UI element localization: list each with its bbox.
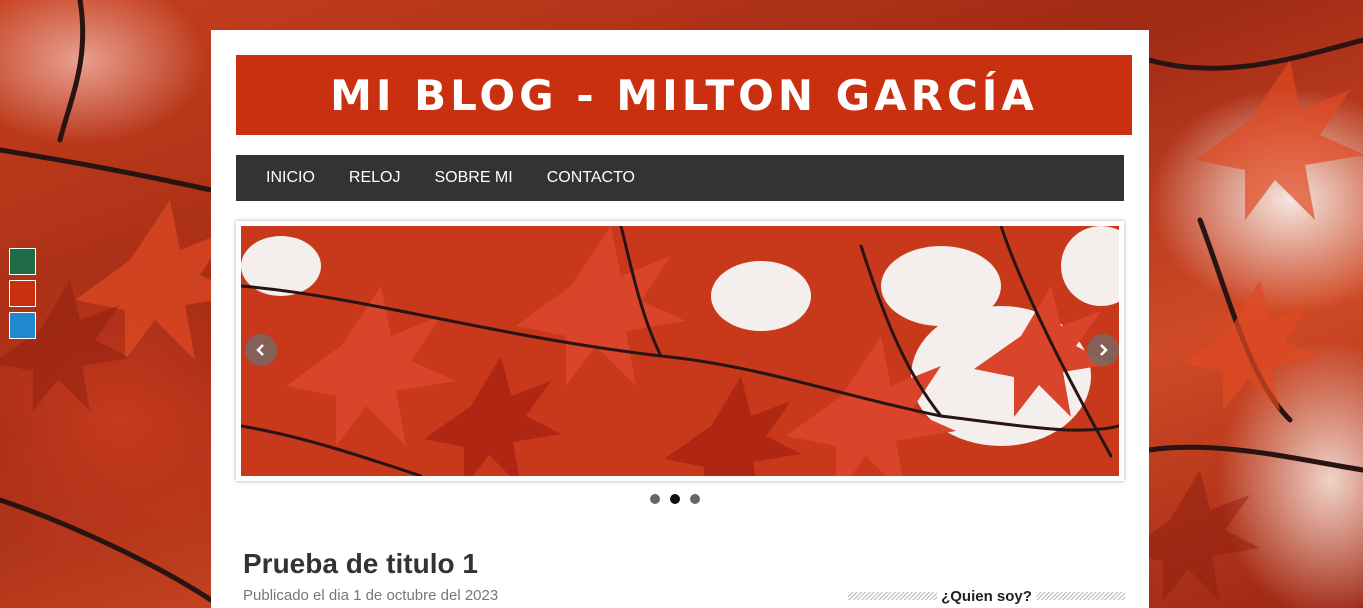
slider-pagination	[650, 494, 700, 504]
slide-image	[241, 226, 1119, 476]
widget-title: ¿Quien soy?	[941, 587, 1032, 605]
post-date: Publicado el dia 1 de octubre del 2023	[243, 587, 499, 604]
slider-next-button[interactable]	[1087, 334, 1119, 366]
nav-item-sobre-mi[interactable]: SOBRE MI	[434, 169, 512, 187]
site-header: MI BLOG - MILTON GARCÍA	[236, 55, 1132, 135]
theme-swatch-red[interactable]	[9, 280, 36, 307]
decorative-hatch	[848, 592, 938, 600]
chevron-right-icon	[1100, 344, 1108, 356]
slider-dot-2[interactable]	[670, 494, 680, 504]
theme-color-picker	[9, 248, 37, 344]
main-nav: INICIO RELOJ SOBRE MI CONTACTO	[236, 155, 1124, 201]
post-title[interactable]: Prueba de titulo 1	[243, 548, 478, 580]
theme-swatch-green[interactable]	[9, 248, 36, 275]
chevron-left-icon	[256, 344, 264, 356]
slider-dot-1[interactable]	[650, 494, 660, 504]
decorative-hatch	[1035, 592, 1125, 600]
image-slider	[236, 221, 1124, 481]
site-title: MI BLOG - MILTON GARCÍA	[330, 70, 1038, 120]
page-container: MI BLOG - MILTON GARCÍA INICIO RELOJ SOB…	[211, 30, 1149, 608]
theme-swatch-blue[interactable]	[9, 312, 36, 339]
slider-dot-3[interactable]	[690, 494, 700, 504]
sidebar-widget-header: ¿Quien soy?	[848, 586, 1125, 606]
nav-item-reloj[interactable]: RELOJ	[349, 169, 401, 187]
nav-item-inicio[interactable]: INICIO	[266, 169, 315, 187]
slider-prev-button[interactable]	[245, 334, 277, 366]
nav-item-contacto[interactable]: CONTACTO	[547, 169, 635, 187]
